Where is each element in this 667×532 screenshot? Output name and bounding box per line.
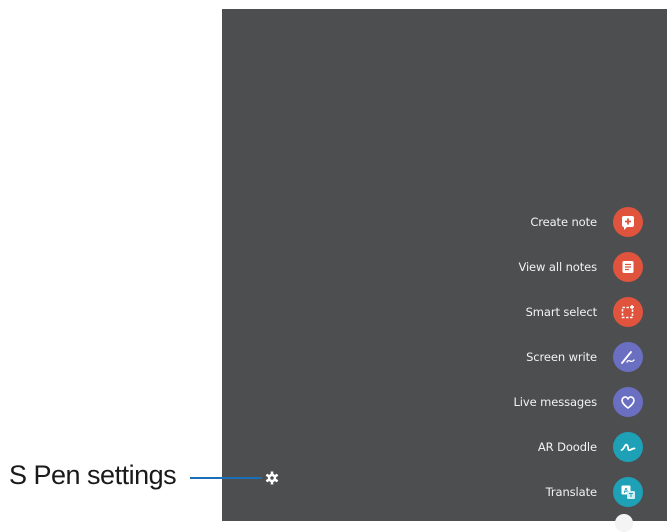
- callout-label: S Pen settings: [9, 460, 177, 490]
- menu-item-live-messages[interactable]: Live messages: [513, 385, 643, 419]
- doodle-icon: [613, 432, 643, 462]
- menu-item-label: Create note: [530, 215, 597, 229]
- smart-select-icon: [613, 297, 643, 327]
- menu-item-label: Translate: [545, 485, 597, 499]
- menu-item-label: AR Doodle: [537, 440, 597, 454]
- menu-item-label: Live messages: [513, 395, 597, 409]
- menu-item-screen-write[interactable]: Screen write: [526, 340, 643, 374]
- callout-line: [190, 477, 262, 479]
- heart-icon: [613, 387, 643, 417]
- view-notes-icon: [613, 252, 643, 282]
- create-note-icon: [613, 207, 643, 237]
- screen-write-icon: [613, 342, 643, 372]
- device-screen: Create note View all notes Smart select …: [222, 9, 667, 521]
- menu-item-smart-select[interactable]: Smart select: [526, 295, 643, 329]
- menu-item-ar-doodle[interactable]: AR Doodle: [538, 430, 643, 464]
- menu-item-label: Screen write: [526, 350, 597, 364]
- translate-icon: A: [613, 477, 643, 507]
- partial-menu-icon: [615, 514, 633, 532]
- menu-item-label: View all notes: [518, 260, 597, 274]
- gear-icon[interactable]: [265, 471, 279, 485]
- menu-item-create-note[interactable]: Create note: [530, 205, 643, 239]
- menu-item-translate[interactable]: Translate A: [546, 475, 643, 509]
- menu-item-view-all-notes[interactable]: View all notes: [518, 250, 643, 284]
- menu-item-label: Smart select: [525, 305, 598, 319]
